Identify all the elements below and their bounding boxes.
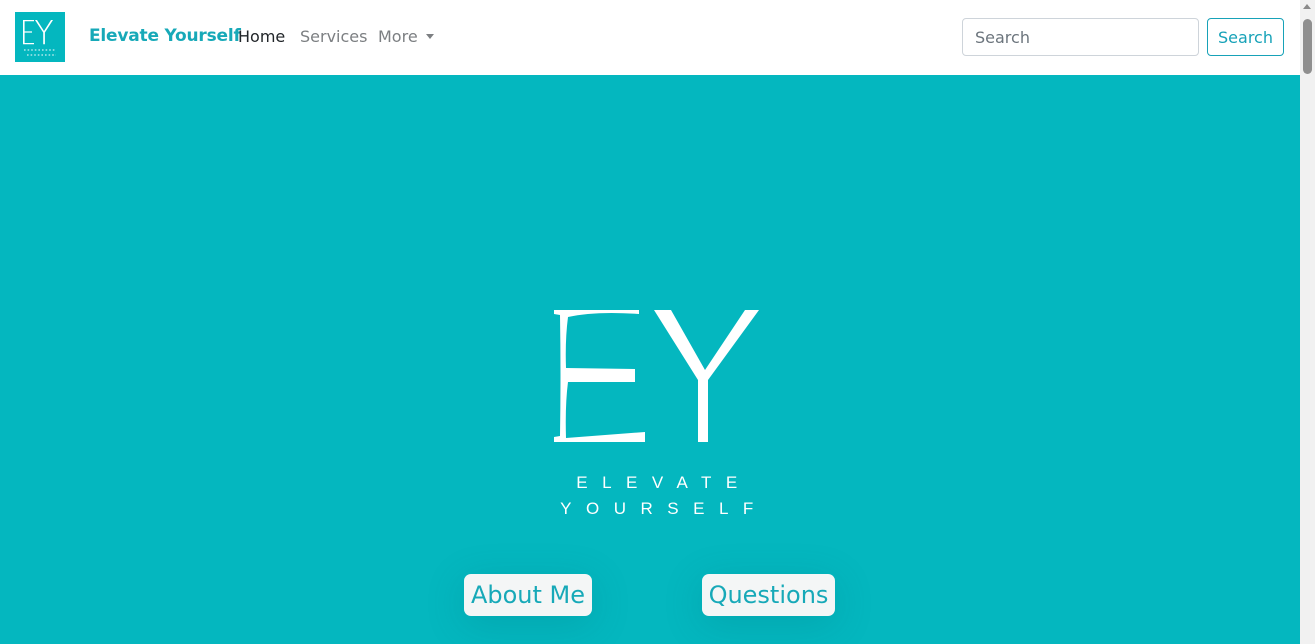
scroll-up-arrow-icon[interactable] bbox=[1303, 4, 1311, 9]
navbar: Elevate Yourself Home Services More Sear… bbox=[0, 0, 1300, 75]
nav-more-label: More bbox=[378, 27, 418, 46]
search-button[interactable]: Search bbox=[1207, 18, 1284, 56]
page: Elevate Yourself Home Services More Sear… bbox=[0, 0, 1315, 644]
nav-link-home[interactable]: Home bbox=[238, 27, 285, 46]
caret-down-icon bbox=[425, 34, 434, 39]
ey-logo-icon bbox=[23, 20, 56, 56]
scrollbar-thumb[interactable] bbox=[1303, 19, 1312, 74]
brand-logo[interactable] bbox=[15, 12, 65, 62]
vertical-scrollbar[interactable] bbox=[1300, 0, 1315, 644]
nav-link-services[interactable]: Services bbox=[300, 27, 367, 46]
brand-name[interactable]: Elevate Yourself bbox=[89, 26, 241, 46]
tagline-line-1: ELEVATE bbox=[576, 473, 752, 492]
questions-button[interactable]: Questions bbox=[702, 574, 835, 616]
nav-dropdown-more[interactable]: More bbox=[378, 27, 434, 46]
hero-logo-y-shape bbox=[654, 310, 759, 442]
tagline-line-2: YOURSELF bbox=[560, 499, 768, 518]
hero-ey-logo bbox=[554, 310, 759, 442]
about-me-button[interactable]: About Me bbox=[464, 574, 592, 616]
hero-logo-e-shape bbox=[554, 310, 645, 442]
search-input[interactable] bbox=[962, 18, 1199, 56]
